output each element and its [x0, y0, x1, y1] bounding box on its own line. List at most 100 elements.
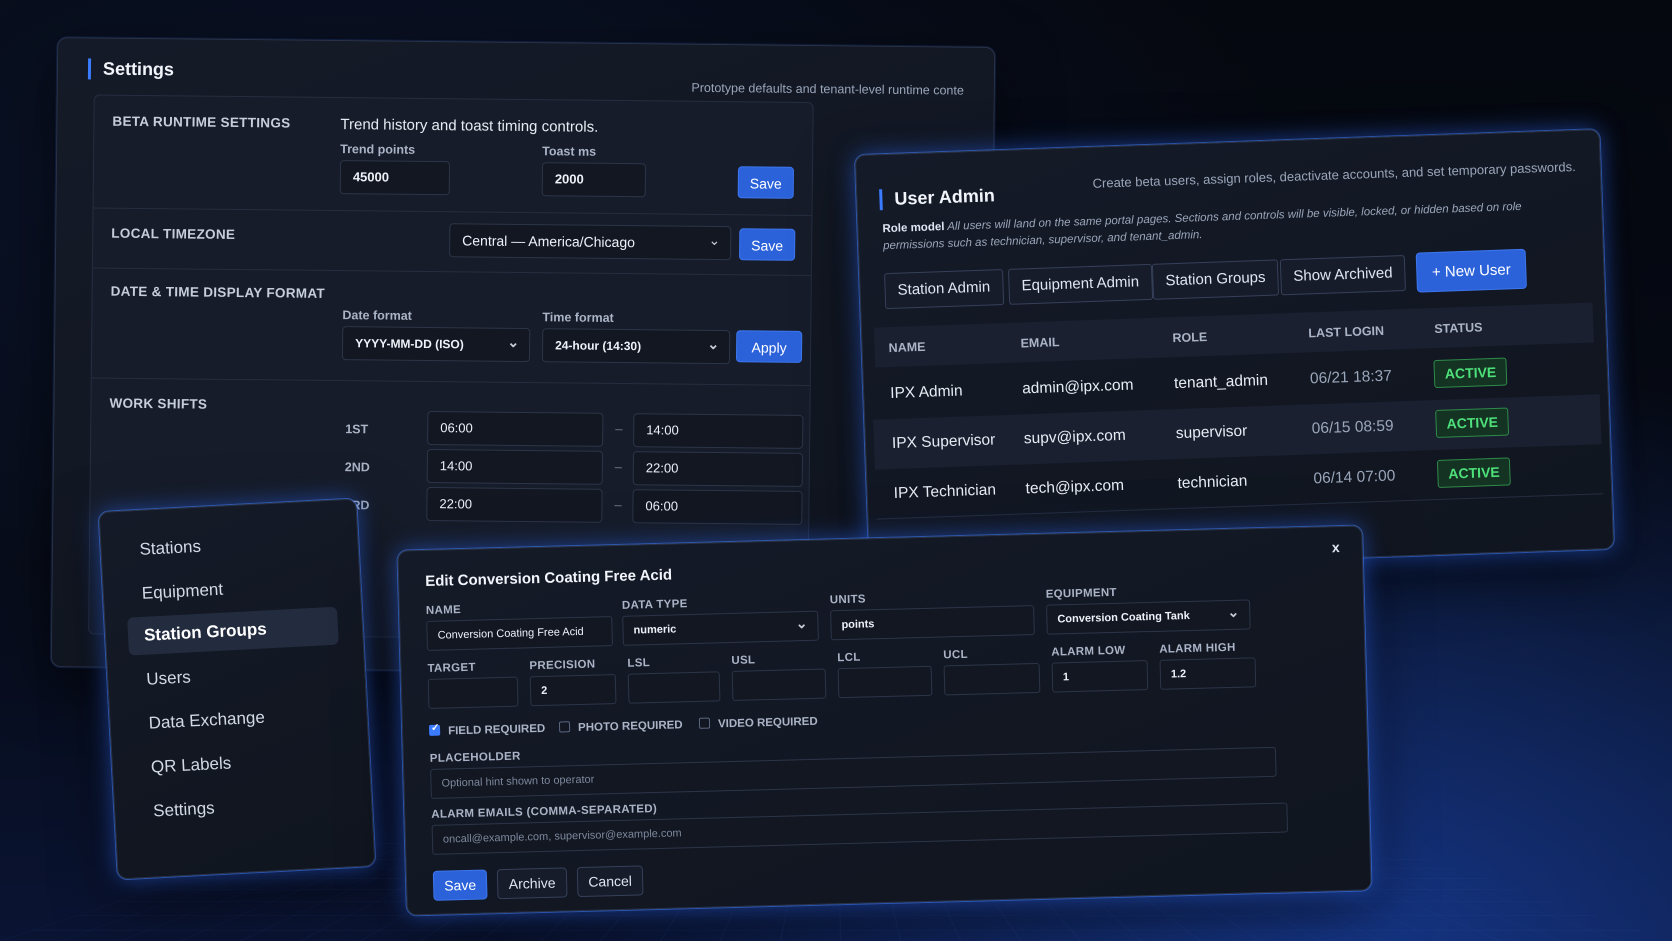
- precision-input[interactable]: 2: [529, 674, 617, 707]
- target-input[interactable]: [427, 676, 519, 709]
- timezone-save-button[interactable]: Save: [739, 228, 796, 261]
- modal-save-button[interactable]: Save: [432, 869, 488, 901]
- field-required-label: FIELD REQUIRED: [447, 722, 546, 738]
- toast-ms-label: Toast ms: [542, 144, 597, 159]
- shift-end-input[interactable]: 14:00: [633, 413, 804, 449]
- ucl-input[interactable]: [943, 662, 1041, 696]
- video-required-checkbox[interactable]: VIDEO REQUIRED: [698, 715, 818, 731]
- shift-separator: –: [614, 496, 622, 513]
- cell-email: supv@ipx.com: [1023, 426, 1127, 448]
- time-format-label: Time format: [542, 310, 614, 325]
- cell-name: IPX Technician: [893, 481, 997, 502]
- photo-required-label: PHOTO REQUIRED: [577, 719, 683, 735]
- data-type-value: numeric: [633, 623, 677, 637]
- photo-required-checkbox[interactable]: PHOTO REQUIRED: [558, 718, 683, 735]
- cell-role: tenant_admin: [1173, 371, 1269, 393]
- data-type-select[interactable]: numeric: [622, 610, 819, 646]
- cancel-button[interactable]: Cancel: [576, 865, 644, 898]
- shift-name: 2ND: [344, 460, 370, 475]
- units-label: UNITS: [829, 593, 866, 607]
- shift-separator: –: [615, 420, 623, 437]
- shift-start-input[interactable]: 06:00: [427, 411, 604, 447]
- cell-name: IPX Supervisor: [891, 431, 996, 453]
- alarm-high-label: ALARM HIGH: [1159, 641, 1236, 656]
- admin-nav-panel: Stations Equipment Station Groups Users …: [98, 498, 376, 880]
- divider: [91, 377, 810, 387]
- column-header-email: EMAIL: [1020, 335, 1060, 351]
- close-icon[interactable]: x: [1332, 539, 1340, 555]
- archive-button[interactable]: Archive: [496, 867, 568, 900]
- data-type-label: DATA TYPE: [621, 598, 688, 612]
- column-header-name: NAME: [888, 339, 926, 356]
- beta-save-button[interactable]: Save: [737, 166, 795, 199]
- toast-ms-input[interactable]: 2000: [541, 162, 647, 198]
- trend-points-input[interactable]: 45000: [339, 160, 451, 196]
- shift-name: 1ST: [345, 422, 369, 437]
- shift-end-input[interactable]: 22:00: [632, 451, 804, 487]
- checkbox-checked-icon: [428, 724, 441, 736]
- new-user-button[interactable]: + New User: [1415, 248, 1527, 293]
- name-label: NAME: [425, 604, 462, 617]
- usl-label: USL: [731, 654, 756, 667]
- local-timezone-label: LOCAL TIMEZONE: [111, 225, 236, 242]
- role-model-note: Role model All users will land on the sa…: [882, 199, 1523, 255]
- equipment-select[interactable]: Conversion Coating Tank: [1046, 599, 1251, 635]
- tab-show-archived[interactable]: Show Archived: [1279, 254, 1407, 296]
- equipment-value: Conversion Coating Tank: [1057, 609, 1190, 626]
- placeholder-input[interactable]: Optional hint shown to operator: [430, 746, 1277, 799]
- cell-email: admin@ipx.com: [1021, 376, 1134, 398]
- nav-item-settings[interactable]: Settings: [136, 782, 348, 831]
- time-format-select[interactable]: 24-hour (14:30): [541, 328, 731, 365]
- tab-station-admin[interactable]: Station Admin: [884, 269, 1004, 310]
- shift-start-input[interactable]: 22:00: [426, 486, 603, 523]
- beta-description: Trend history and toast timing controls.: [340, 116, 599, 136]
- date-format-select[interactable]: YYYY-MM-DD (ISO): [341, 326, 531, 363]
- settings-title: Settings: [87, 58, 175, 81]
- cell-role: supervisor: [1175, 422, 1248, 443]
- time-format-value: 24-hour (14:30): [555, 338, 642, 354]
- alarm-high-input[interactable]: 1.2: [1159, 657, 1257, 690]
- date-format-value: YYYY-MM-DD (ISO): [355, 336, 464, 352]
- status-badge: ACTIVE: [1436, 457, 1512, 488]
- datetime-format-label: DATE & TIME DISPLAY FORMAT: [110, 283, 326, 301]
- shift-start-input[interactable]: 14:00: [426, 449, 604, 485]
- nav-item-qr-labels[interactable]: QR Labels: [134, 738, 346, 787]
- target-label: TARGET: [427, 661, 476, 675]
- work-shifts-label: WORK SHIFTS: [109, 395, 208, 412]
- shift-end-input[interactable]: 06:00: [632, 489, 803, 525]
- status-badge: ACTIVE: [1435, 407, 1510, 439]
- trend-points-label: Trend points: [340, 142, 416, 157]
- nav-item-stations[interactable]: Stations: [123, 521, 335, 570]
- placeholder-label: PLACEHOLDER: [429, 750, 521, 765]
- field-required-checkbox[interactable]: FIELD REQUIRED: [428, 722, 546, 738]
- edit-modal: Edit Conversion Coating Free Acid x NAME…: [397, 525, 1372, 916]
- lsl-input[interactable]: [627, 671, 721, 704]
- alarm-emails-label: ALARM EMAILS (COMMA-SEPARATED): [431, 802, 658, 821]
- nav-item-users[interactable]: Users: [129, 651, 341, 700]
- timezone-select[interactable]: Central — America/Chicago: [449, 223, 732, 261]
- datetime-apply-button[interactable]: Apply: [735, 330, 803, 363]
- divider: [92, 267, 811, 277]
- nav-item-equipment[interactable]: Equipment: [125, 565, 337, 614]
- nav-item-station-groups[interactable]: Station Groups: [127, 606, 339, 656]
- modal-title: Edit Conversion Coating Free Acid: [424, 566, 673, 590]
- video-required-label: VIDEO REQUIRED: [717, 715, 818, 731]
- column-header-role: ROLE: [1172, 329, 1208, 346]
- shift-separator: –: [614, 458, 623, 475]
- name-input[interactable]: Conversion Coating Free Acid: [426, 616, 613, 651]
- usl-input[interactable]: [731, 668, 827, 701]
- checkbox-icon: [558, 721, 571, 733]
- tab-equipment-admin[interactable]: Equipment Admin: [1007, 263, 1153, 305]
- user-admin-subtitle: Create beta users, assign roles, deactiv…: [1092, 158, 1576, 191]
- user-admin-panel: User Admin Create beta users, assign rol…: [854, 129, 1615, 575]
- column-header-status: STATUS: [1434, 320, 1483, 337]
- equipment-label: EQUIPMENT: [1045, 586, 1117, 601]
- column-header-last-login: LAST LOGIN: [1308, 323, 1385, 341]
- lcl-input[interactable]: [837, 665, 933, 699]
- alarm-low-input[interactable]: 1: [1051, 660, 1149, 693]
- date-format-label: Date format: [342, 308, 412, 323]
- units-input[interactable]: points: [830, 605, 1035, 641]
- cell-email: tech@ipx.com: [1025, 476, 1125, 498]
- tab-station-groups[interactable]: Station Groups: [1151, 259, 1280, 300]
- nav-item-data-exchange[interactable]: Data Exchange: [132, 695, 344, 744]
